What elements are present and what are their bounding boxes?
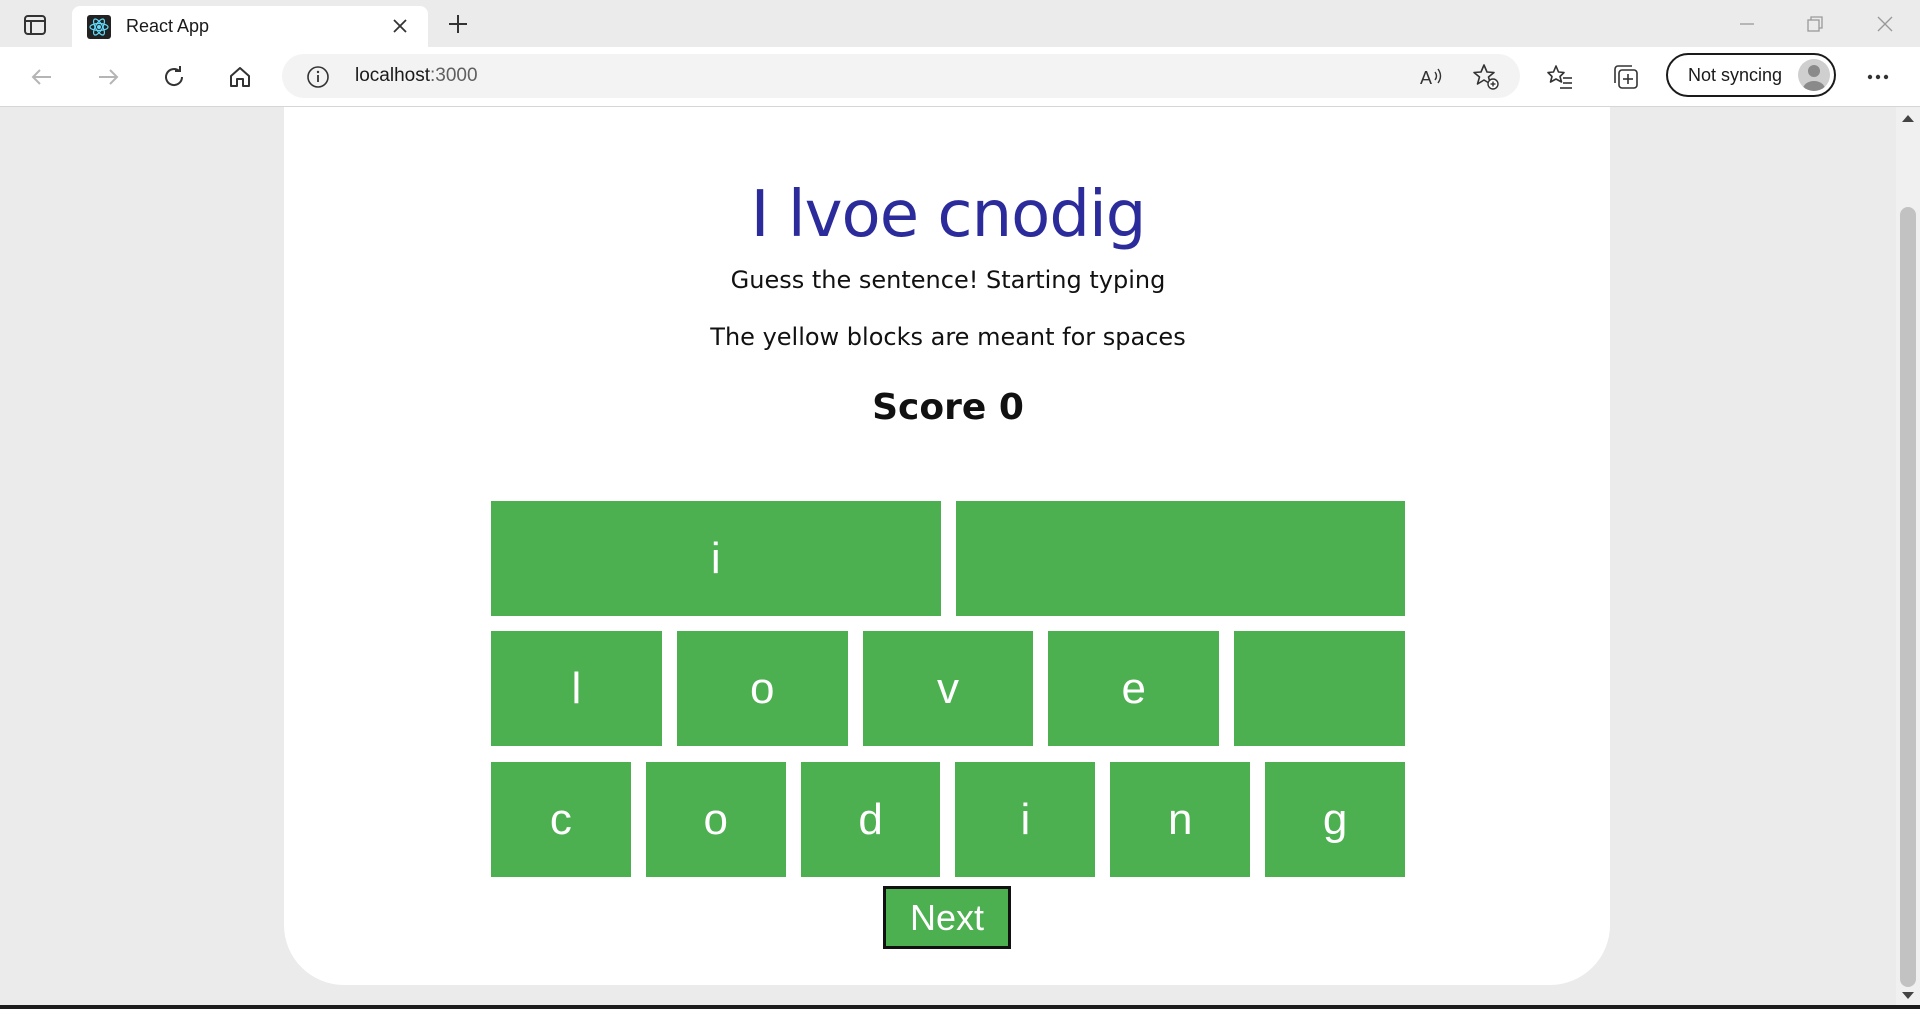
- word-row-2: l o v e: [491, 631, 1405, 746]
- read-aloud-icon[interactable]: A: [1418, 63, 1446, 91]
- forward-arrow-icon[interactable]: [92, 61, 124, 93]
- react-logo-icon: [86, 14, 112, 40]
- browser-toolbar: localhost:3000 A Not syncing: [0, 47, 1920, 107]
- collections-icon[interactable]: [1610, 61, 1642, 93]
- svg-text:A: A: [1420, 68, 1432, 88]
- tab-title: React App: [126, 16, 210, 36]
- address-bar[interactable]: localhost:3000 A: [282, 54, 1520, 98]
- close-icon[interactable]: [390, 16, 410, 36]
- letter-block: v: [862, 631, 1034, 746]
- instruction-text: Guess the sentence! Starting typing: [730, 266, 1166, 294]
- hint-text: The yellow blocks are meant for spaces: [710, 323, 1186, 351]
- score-label: Score 0: [872, 387, 1024, 428]
- more-icon[interactable]: [1862, 61, 1894, 93]
- sync-label: Not syncing: [1688, 64, 1783, 85]
- scrollbar[interactable]: [1896, 107, 1920, 1005]
- scroll-down-arrow-icon[interactable]: [1902, 992, 1914, 999]
- scroll-up-arrow-icon[interactable]: [1902, 115, 1914, 122]
- letter-block: i: [955, 762, 1096, 877]
- minimize-icon[interactable]: [1732, 10, 1762, 38]
- letter-block: g: [1265, 762, 1405, 877]
- info-icon[interactable]: [306, 65, 330, 89]
- close-window-icon[interactable]: [1870, 10, 1900, 38]
- letter-block: c: [491, 762, 631, 877]
- add-favorite-icon[interactable]: [1472, 63, 1500, 91]
- letter-block: o: [676, 631, 848, 746]
- tab-bar: React App: [0, 0, 1920, 47]
- url-host: localhost: [355, 65, 430, 86]
- plus-icon[interactable]: [444, 10, 472, 38]
- avatar: [1798, 59, 1830, 91]
- space-block: [1234, 631, 1405, 746]
- tab-actions-icon[interactable]: [18, 12, 52, 38]
- tab-react-app[interactable]: React App: [72, 6, 428, 47]
- letter-block: i: [491, 501, 941, 616]
- letter-block: d: [800, 762, 941, 877]
- space-block: [955, 501, 1405, 616]
- sync-profile-button[interactable]: Not syncing: [1666, 53, 1836, 97]
- restore-icon[interactable]: [1800, 10, 1830, 38]
- letter-block: o: [645, 762, 786, 877]
- back-arrow-icon[interactable]: [26, 61, 58, 93]
- letter-block: n: [1110, 762, 1251, 877]
- taskbar-edge: [0, 1005, 1920, 1009]
- letter-block: l: [491, 631, 662, 746]
- scroll-thumb[interactable]: [1900, 207, 1916, 987]
- refresh-icon[interactable]: [158, 61, 190, 93]
- word-row-1: i: [491, 501, 1405, 616]
- word-row-3: c o d i n g: [491, 762, 1405, 877]
- url-text[interactable]: localhost:3000: [355, 65, 478, 87]
- letter-block: e: [1048, 631, 1220, 746]
- home-icon[interactable]: [224, 61, 256, 93]
- favorites-icon[interactable]: [1544, 61, 1576, 93]
- page-title: I lvoe cnodig: [750, 178, 1147, 252]
- next-button[interactable]: Next: [883, 886, 1011, 949]
- url-port: :3000: [430, 65, 478, 86]
